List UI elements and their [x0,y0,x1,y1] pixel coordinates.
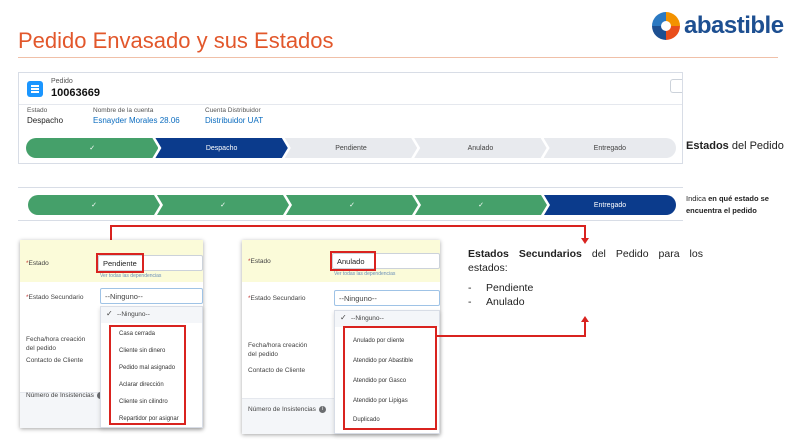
contacto-label: Contacto de Cliente [248,367,306,374]
connector-line [584,322,586,337]
path-step-completed[interactable]: ✓ [157,195,289,215]
estado-secundario-label: *Estado Secundario [248,295,306,302]
field-distribuidor-label: Cuenta Distribuidor [205,107,261,114]
connector-arrow-down-icon [581,238,589,244]
dependencies-link[interactable]: Ver todas las dependencias [100,273,161,279]
dropdown-option-ninguno[interactable]: ✓ --Ninguno-- [335,311,439,327]
order-object-icon [27,81,43,97]
contacto-label: Contacto de Cliente [26,357,84,364]
estado-highlight-box [330,251,376,271]
options-highlight-box [343,326,437,430]
path-step-entregado[interactable]: Entregado [543,138,677,158]
estado-secundario-select[interactable]: --Ninguno-- [334,290,440,306]
explanation-list-item: - Pendiente [468,282,534,294]
path-step-despacho[interactable]: Despacho [155,138,287,158]
insistencias-label: Número de Insistenciasi [248,405,326,414]
path-step-completed[interactable]: ✓ [28,195,160,215]
fecha-label-2: del pedido [26,345,56,352]
estado-secundario-select[interactable]: --Ninguno-- [100,288,203,304]
brand-logo-text: abastible [684,12,784,39]
field-estado-label: Estado [27,107,48,114]
field-estado-value: Despacho [27,116,64,125]
dependencies-link[interactable]: Ver todas las dependencias [334,271,395,277]
header-divider [19,104,682,105]
slide: Pedido Envasado y sus Estados abastible … [0,0,800,446]
explanation-text: Estados Secundarios del Pedido para los … [468,248,703,274]
info-icon[interactable]: i [318,405,326,413]
path-step-entregado[interactable]: Entregado [544,195,676,215]
field-cuenta-link[interactable]: Esnayder Morales 28.06 [93,116,180,125]
connector-line [110,225,586,227]
header-action-button[interactable] [670,79,682,93]
insistencias-label: Número de Insistenciasi [26,391,104,400]
status-path-entregado: ✓ ✓ ✓ ✓ Entregado [28,195,676,215]
slide-title: Pedido Envasado y sus Estados [18,28,334,53]
estado-label: *Estado [26,260,49,267]
connector-line [437,335,585,337]
path-step-pendiente[interactable]: Pendiente [285,138,417,158]
title-divider [18,57,778,58]
edit-form-anulado: *Estado Anulado Ver todas las dependenci… [242,240,440,434]
check-icon: ✓ [106,309,113,318]
indica-note: Indica en qué estado se encuentra el ped… [686,194,769,215]
path-step-completed[interactable]: ✓ [286,195,418,215]
check-icon: ✓ [340,313,347,322]
fecha-label-2: del pedido [248,351,278,358]
estado-highlight-box [96,253,144,273]
estado-label: *Estado [248,258,271,265]
order-object-type: Pedido [51,78,73,85]
field-distribuidor-link[interactable]: Distribuidor UAT [205,116,263,125]
field-cuenta-label: Nombre de la cuenta [93,107,154,114]
path-step-anulado[interactable]: Anulado [414,138,546,158]
brand-logo: abastible [652,12,784,44]
brand-logo-icon [652,12,680,40]
connector-arrow-up-icon [581,316,589,322]
fecha-label: Fecha/hora creación [248,342,308,349]
estados-note: Estados del Pedido [686,140,784,152]
order-number: 10063669 [51,87,100,99]
path-step-completed[interactable]: ✓ [26,138,158,158]
status-path-despacho: ✓ Despacho Pendiente Anulado Entregado [26,138,677,158]
estado-secundario-label: *Estado Secundario [26,294,84,301]
options-highlight-box [109,325,186,425]
explanation-list: - Pendiente - Anulado [468,281,533,309]
edit-form-pendiente: *Estado Pendiente Ver todas las dependen… [20,240,203,428]
explanation-list-item: - Anulado [468,296,525,308]
connector-line [584,225,586,239]
dropdown-option-ninguno[interactable]: ✓ --Ninguno-- [101,307,202,323]
fecha-label: Fecha/hora creación [26,336,86,343]
path-step-completed[interactable]: ✓ [415,195,547,215]
